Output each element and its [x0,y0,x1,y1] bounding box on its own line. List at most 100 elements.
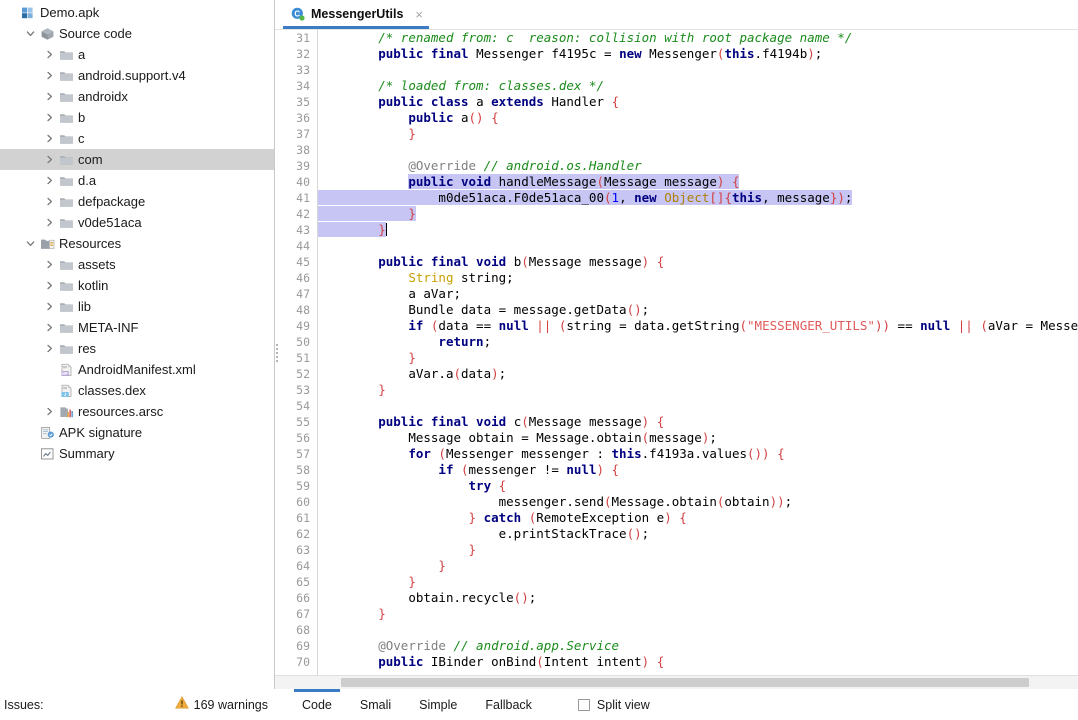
code-line[interactable]: messenger.send(Message.obtain(obtain)); [318,494,1078,510]
tree-item-assets[interactable]: assets [0,254,274,275]
scrollbar-thumb[interactable] [341,678,1029,687]
code-line[interactable]: /* renamed from: c reason: collision wit… [318,30,1078,46]
tree-item-source-code[interactable]: Source code [0,23,274,44]
code-line[interactable] [318,238,1078,254]
warnings-badge[interactable]: 169 warnings [174,695,268,714]
chevron-right-icon[interactable] [42,281,57,290]
tree-item-d-a[interactable]: d.a [0,170,274,191]
code-line[interactable]: public final void c(Message message) { [318,414,1078,430]
code-line[interactable]: obtain.recycle(); [318,590,1078,606]
view-tab-fallback[interactable]: Fallback [471,690,546,720]
code-line[interactable]: e.printStackTrace(); [318,526,1078,542]
view-tab-smali[interactable]: Smali [346,690,405,720]
tree-item-com[interactable]: com [0,149,274,170]
split-view-checkbox[interactable] [577,699,590,711]
chevron-right-icon[interactable] [42,407,57,416]
chevron-right-icon[interactable] [42,92,57,101]
editor-tab-messengerutils[interactable]: C MessengerUtils × [283,2,429,29]
tree-item-v0de51aca[interactable]: v0de51aca [0,212,274,233]
code-line[interactable]: } [318,606,1078,622]
code-line[interactable] [318,622,1078,638]
code-token: ( [641,430,650,445]
chevron-right-icon[interactable] [42,197,57,206]
code-line[interactable]: for (Messenger messenger : this.f4193a.v… [318,446,1078,462]
tree-item-kotlin[interactable]: kotlin [0,275,274,296]
code-line[interactable] [318,142,1078,158]
tree-item-android-support-v4[interactable]: android.support.v4 [0,65,274,86]
tree-item-androidx[interactable]: androidx [0,86,274,107]
pane-splitter-handle[interactable] [275,30,280,675]
code-line[interactable]: return; [318,334,1078,350]
tree-item-lib[interactable]: lib [0,296,274,317]
project-tree-sidebar[interactable]: Demo.apk Source code a android.support.v4 an… [0,0,275,689]
tree-item-b[interactable]: b [0,107,274,128]
chevron-down-icon[interactable] [23,29,38,38]
view-tab-code[interactable]: Code [288,689,346,720]
code-line[interactable]: } [318,350,1078,366]
chevron-right-icon[interactable] [42,155,57,164]
close-icon[interactable]: × [415,8,423,21]
horizontal-scrollbar[interactable] [275,675,1078,689]
code-line[interactable]: } [318,542,1078,558]
view-mode-tabs[interactable]: Code Smali Simple Fallback [274,689,546,720]
code-line[interactable] [318,62,1078,78]
tree-item-resources[interactable]: Resources [0,233,274,254]
code-line[interactable]: public final void b(Message message) { [318,254,1078,270]
tree-item-defpackage[interactable]: defpackage [0,191,274,212]
tree-item-a[interactable]: a [0,44,274,65]
tree-item-apk-signature[interactable]: APK signature [0,422,274,443]
tree-item-classes-dex[interactable]: Jclasses.dex [0,380,274,401]
tree-item-demo-apk[interactable]: Demo.apk [0,2,274,23]
code-line[interactable]: public class a extends Handler { [318,94,1078,110]
tree-item-resources-arsc[interactable]: resources.arsc [0,401,274,422]
chevron-right-icon[interactable] [42,113,57,122]
code-line[interactable]: } catch (RemoteException e) { [318,510,1078,526]
view-tab-simple[interactable]: Simple [405,690,471,720]
tree-item-meta-inf[interactable]: META-INF [0,317,274,338]
chevron-right-icon[interactable] [42,302,57,311]
code-line[interactable]: /* loaded from: classes.dex */ [318,78,1078,94]
chevron-right-icon[interactable] [42,323,57,332]
chevron-down-icon[interactable] [23,239,38,248]
split-view-toggle[interactable]: Split view [577,698,650,712]
code-line[interactable]: public void handleMessage(Message messag… [318,174,1078,190]
code-line[interactable]: a aVar; [318,286,1078,302]
code-line[interactable]: } [318,126,1078,142]
code-line[interactable]: String string; [318,270,1078,286]
chevron-right-icon[interactable] [42,134,57,143]
code-line[interactable] [318,398,1078,414]
tree-item-summary[interactable]: Summary [0,443,274,464]
line-number: 40 [296,175,310,189]
code-line[interactable]: } [318,382,1078,398]
code-line[interactable]: try { [318,478,1078,494]
code-line[interactable]: } [318,574,1078,590]
code-line[interactable]: Message obtain = Message.obtain(message)… [318,430,1078,446]
code-line[interactable]: if (data == null || (string = data.getSt… [318,318,1078,334]
code-line[interactable]: @Override // android.app.Service [318,638,1078,654]
chevron-right-icon[interactable] [42,50,57,59]
tree-item-c[interactable]: c [0,128,274,149]
code-line[interactable]: @Override // android.os.Handler [318,158,1078,174]
tree-item-androidmanifest-xml[interactable]: MF AndroidManifest.xml [0,359,274,380]
chevron-right-icon[interactable] [42,176,57,185]
line-number: 67 [296,607,310,621]
code-line[interactable]: public final Messenger f4195c = new Mess… [318,46,1078,62]
tree-item-res[interactable]: res [0,338,274,359]
code-line[interactable]: aVar.a(data); [318,366,1078,382]
code-line[interactable]: if (messenger != null) { [318,462,1078,478]
code-line[interactable]: Bundle data = message.getData(); [318,302,1078,318]
code-line[interactable]: public a() { [318,110,1078,126]
chevron-right-icon[interactable] [42,218,57,227]
code-line[interactable]: m0de51aca.F0de51aca_00(1, new Object[]{t… [318,190,1078,206]
chevron-right-icon[interactable] [42,71,57,80]
code-line[interactable]: } [318,222,1078,238]
chevron-right-icon[interactable] [42,260,57,269]
code-line[interactable]: } [318,558,1078,574]
code-line[interactable]: } [318,206,1078,222]
chevron-right-icon[interactable] [42,344,57,353]
code-line[interactable]: public IBinder onBind(Intent intent) { [318,654,1078,670]
code-text[interactable]: /* renamed from: c reason: collision wit… [318,30,1078,675]
